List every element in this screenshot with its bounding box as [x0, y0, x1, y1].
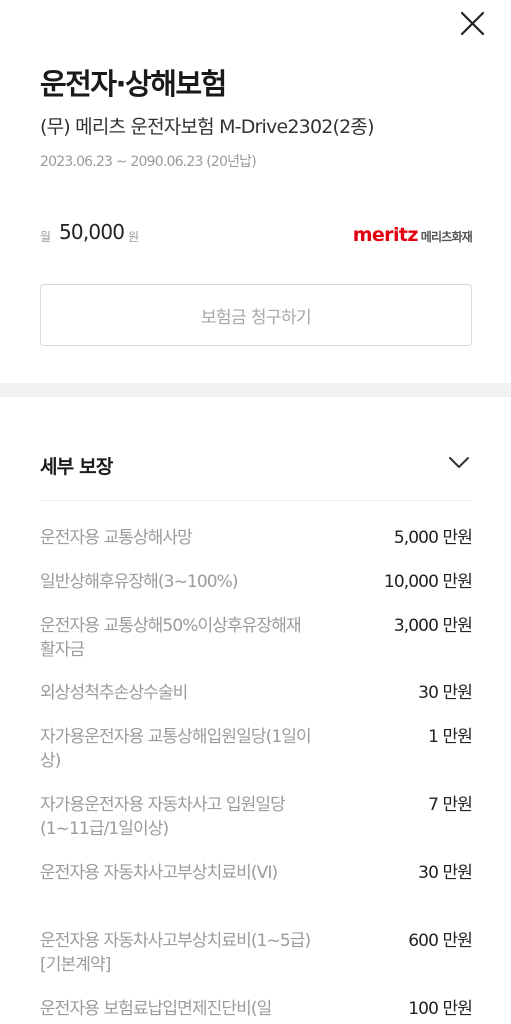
- premium-row: 월 50,000 원 meritz 메리츠화재: [40, 218, 473, 250]
- coverage-amount: 30 만원: [418, 683, 473, 703]
- chevron-down-icon: [449, 457, 469, 468]
- close-button[interactable]: [456, 10, 488, 38]
- coverage-amount: 30 만원: [418, 863, 473, 883]
- coverage-name: 운전자용 자동차사고부상치료비(1~5급)[기본계약]: [40, 931, 311, 975]
- coverage-name: 운전자용 자동차사고부상치료비(VI): [40, 863, 278, 883]
- premium-prefix: 월: [40, 230, 52, 244]
- coverage-amount: 7 만원: [428, 795, 473, 815]
- coverage-name: 운전자용 교통상해50%이상후유장해재활자금: [40, 616, 302, 660]
- coverage-item: 운전자용 자동차사고부상치료비(1~5급)[기본계약] 600 만원: [40, 929, 473, 997]
- coverage-section-title: 세부 보장: [40, 456, 113, 478]
- insurer-logo-ko: 메리츠화재: [420, 230, 473, 244]
- policy-period: 2023.06.23 ~ 2090.06.23 (20년납): [40, 154, 257, 170]
- coverage-name: 자가용운전자용 교통상해입원일당(1일이상): [40, 727, 312, 771]
- coverage-name: 운전자용 교통상해사망: [40, 528, 193, 548]
- coverage-amount: 3,000 만원: [393, 616, 473, 636]
- coverage-amount: 10,000 만원: [383, 572, 473, 592]
- insurer-logo: meritz 메리츠화재: [352, 224, 473, 246]
- coverage-name: 운전자용 보험료납입면제진단비(일: [40, 999, 272, 1019]
- claim-button[interactable]: 보험금 청구하기: [40, 284, 472, 346]
- insurer-logo-en: meritz: [352, 224, 419, 246]
- coverage-item: 자가용운전자용 교통상해입원일당(1일이상) 1 만원: [40, 725, 473, 793]
- policy-header: 운전자·상해보험 (무) 메리츠 운전자보험 M-Drive2302(2종) 2…: [40, 66, 472, 172]
- coverage-item: 운전자용 보험료납입면제진단비(일 100 만원: [40, 997, 473, 1024]
- coverage-name: 일반상해후유장해(3~100%): [40, 572, 239, 592]
- coverage-item: 운전자용 자동차사고부상치료비(VI) 30 만원: [40, 861, 473, 929]
- coverage-amount: 100 만원: [408, 999, 473, 1019]
- coverage-name: 자가용운전자용 자동차사고 입원일당(1~11급/1일이상): [40, 795, 286, 839]
- coverage-name: 외상성척추손상수술비: [40, 683, 188, 703]
- product-name: (무) 메리츠 운전자보험 M-Drive2302(2종): [40, 116, 375, 138]
- coverage-list: 운전자용 교통상해사망 5,000 만원 일반상해후유장해(3~100%) 10…: [40, 526, 473, 1024]
- section-rule: [40, 500, 472, 501]
- section-divider: [0, 383, 511, 397]
- coverage-amount: 600 만원: [408, 931, 473, 951]
- coverage-item: 운전자용 교통상해50%이상후유장해재활자금 3,000 만원: [40, 614, 473, 681]
- coverage-item: 일반상해후유장해(3~100%) 10,000 만원: [40, 570, 473, 614]
- premium-unit: 원: [128, 230, 140, 244]
- coverage-item: 자가용운전자용 자동차사고 입원일당(1~11급/1일이상) 7 만원: [40, 793, 473, 861]
- premium-amount: 50,000: [59, 220, 125, 244]
- coverage-item: 외상성척추손상수술비 30 만원: [40, 681, 473, 725]
- close-icon: [460, 11, 485, 36]
- coverage-item: 운전자용 교통상해사망 5,000 만원: [40, 526, 473, 570]
- coverage-amount: 5,000 만원: [393, 528, 473, 548]
- coverage-amount: 1 만원: [428, 727, 473, 747]
- policy-title: 운전자·상해보험: [40, 67, 227, 101]
- coverage-section-header[interactable]: 세부 보장: [40, 448, 472, 482]
